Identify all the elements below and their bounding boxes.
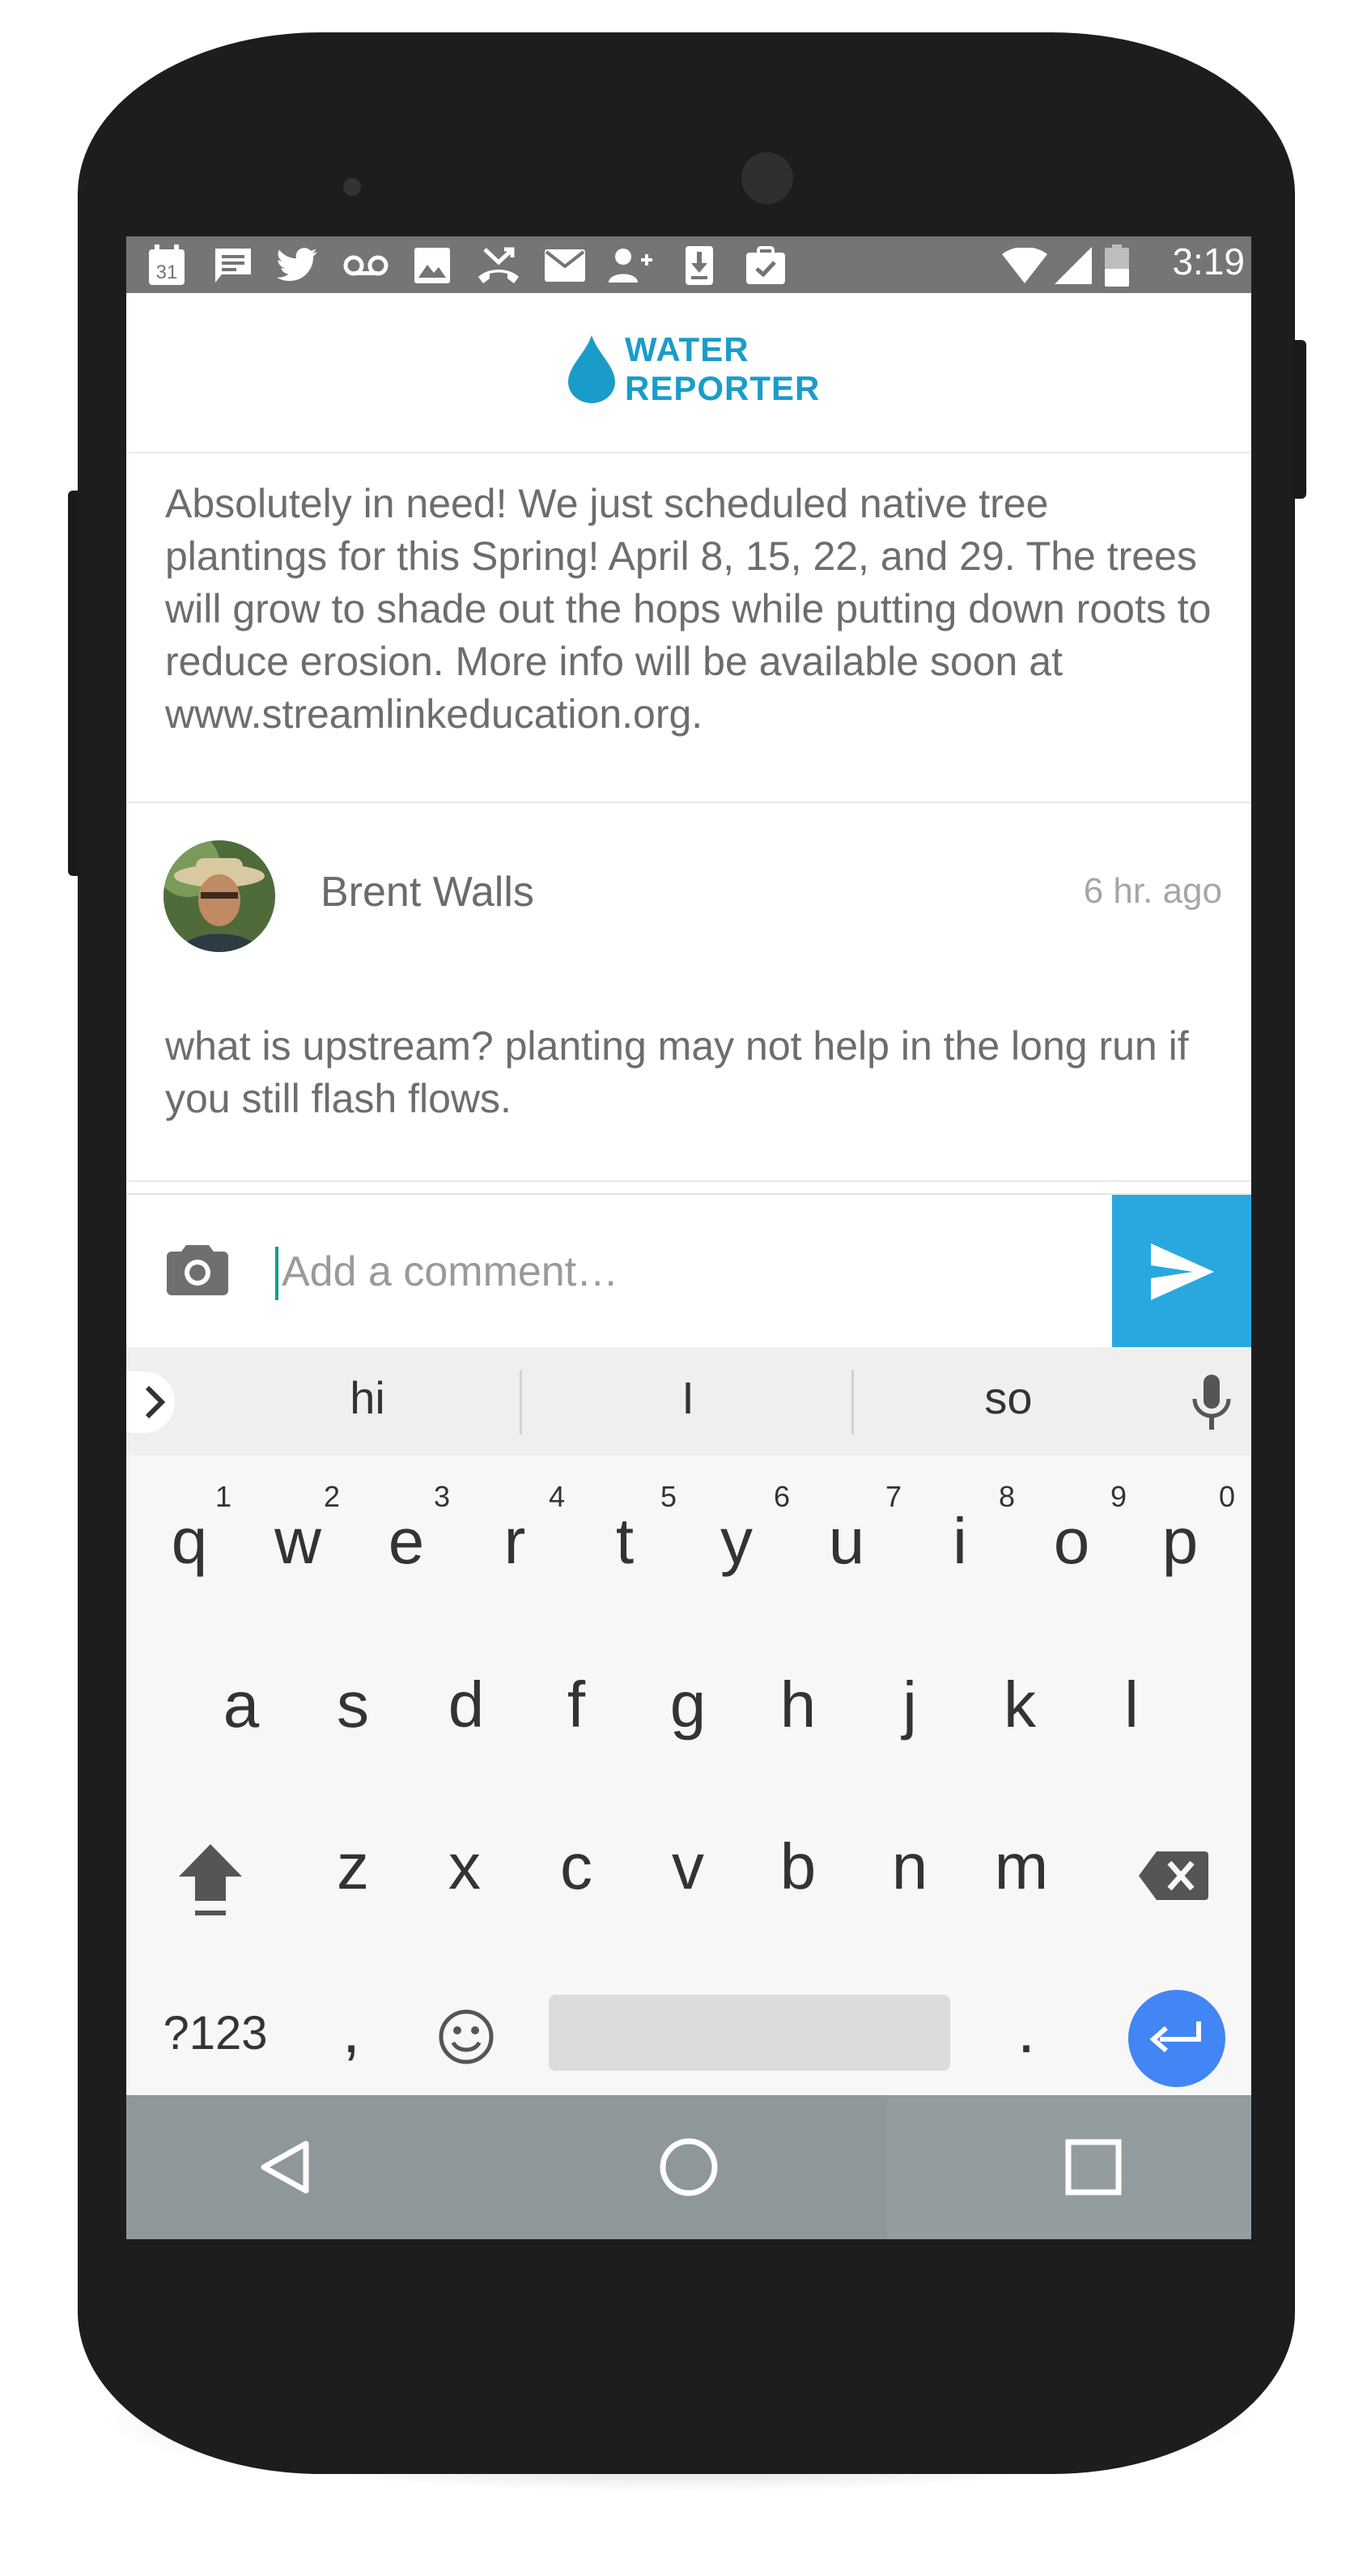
key-w[interactable]: w (257, 1504, 338, 1579)
key-v[interactable]: v (647, 1830, 728, 1904)
key-r[interactable]: r (474, 1504, 555, 1579)
key-p[interactable]: p (1140, 1504, 1221, 1579)
twitter-icon (275, 243, 321, 288)
key-h[interactable]: h (758, 1668, 838, 1742)
key-g[interactable]: g (647, 1668, 728, 1742)
logo-line-2: REPORTER (625, 369, 821, 407)
avatar[interactable] (163, 840, 275, 952)
comment-composer (126, 1193, 1251, 1349)
microphone-icon[interactable] (1191, 1375, 1232, 1437)
key-t[interactable]: t (584, 1504, 665, 1579)
comment-body: Absolutely in need! We just scheduled na… (165, 481, 1212, 737)
key-l[interactable]: l (1091, 1668, 1172, 1742)
back-button[interactable] (249, 2131, 322, 2204)
screen: 31 3:19 WATER REPORTER Absolutely in nee… (126, 236, 1251, 2239)
key-k[interactable]: k (979, 1668, 1060, 1742)
camera-icon[interactable] (167, 1242, 228, 1303)
text-cursor (275, 1247, 278, 1300)
suggestion-divider (851, 1370, 854, 1435)
comment-input[interactable] (280, 1239, 1093, 1305)
key-b[interactable]: b (758, 1830, 838, 1904)
calendar-icon: 31 (144, 243, 189, 288)
water-drop-icon (568, 335, 615, 407)
app-header: WATER REPORTER (126, 293, 1251, 453)
suggestion-divider (520, 1370, 522, 1435)
power-button (1292, 340, 1306, 499)
suggestion-1[interactable]: hi (287, 1371, 448, 1424)
comment-author[interactable]: Brent Walls (321, 868, 534, 916)
key-d[interactable]: d (426, 1668, 507, 1742)
comment-timestamp: 6 hr. ago (1083, 871, 1222, 911)
key-x[interactable]: x (424, 1830, 505, 1904)
chevron-right-icon (145, 1385, 166, 1419)
comma-key[interactable]: , (311, 1993, 392, 2068)
divider (126, 801, 1251, 803)
tasks-icon (743, 243, 788, 288)
key-o[interactable]: o (1031, 1504, 1112, 1579)
period-key[interactable]: . (986, 1993, 1067, 2068)
send-button[interactable] (1112, 1195, 1251, 1349)
symbols-key[interactable]: ?123 (151, 2006, 280, 2060)
comment-body: what is upstream? planting may not help … (165, 1023, 1189, 1121)
enter-icon (1149, 2021, 1201, 2053)
battery-icon (1094, 243, 1140, 288)
system-nav-bar (126, 2095, 1251, 2239)
suggestion-3[interactable]: so (928, 1371, 1089, 1424)
back-icon (261, 2140, 309, 2194)
shift-icon (179, 1844, 242, 1915)
signal-icon (1051, 243, 1096, 288)
front-camera (741, 152, 793, 204)
email-icon (542, 243, 588, 288)
expand-suggestions-button[interactable] (126, 1371, 175, 1433)
message-icon (210, 243, 256, 288)
voicemail-icon (343, 243, 388, 288)
key-i[interactable]: i (919, 1504, 1000, 1579)
key-f[interactable]: f (536, 1668, 617, 1742)
key-c[interactable]: c (536, 1830, 617, 1904)
shift-key[interactable] (170, 1841, 251, 1934)
send-icon (1151, 1243, 1214, 1300)
key-a[interactable]: a (201, 1668, 282, 1742)
suggestion-strip: hi I so (126, 1347, 1251, 1456)
missed-call-icon (476, 243, 521, 288)
recents-button[interactable] (1057, 2131, 1130, 2204)
home-icon (660, 2138, 718, 2196)
backspace-icon (1139, 1851, 1208, 1900)
key-m[interactable]: m (981, 1830, 1062, 1904)
key-j[interactable]: j (869, 1668, 950, 1742)
divider (126, 1180, 1251, 1182)
wifi-icon (1002, 243, 1047, 288)
recents-icon (1065, 2139, 1122, 2196)
image-icon (410, 243, 455, 288)
clock: 3:19 (1172, 240, 1245, 283)
proximity-sensor (343, 178, 361, 196)
key-s[interactable]: s (312, 1668, 393, 1742)
status-bar: 31 3:19 (126, 236, 1251, 293)
add-contact-icon (609, 243, 654, 288)
key-z[interactable]: z (312, 1830, 393, 1904)
key-u[interactable]: u (806, 1504, 887, 1579)
spacebar[interactable] (549, 1995, 950, 2071)
volume-button (68, 491, 79, 876)
key-y[interactable]: y (696, 1504, 777, 1579)
emoji-icon (439, 2009, 494, 2064)
key-n[interactable]: n (869, 1830, 950, 1904)
suggestion-2[interactable]: I (607, 1371, 769, 1424)
keyboard: 1 2 3 4 5 6 7 8 9 0 q w e r t y u i o p … (126, 1456, 1251, 2095)
emoji-key[interactable] (426, 2006, 507, 2081)
key-e[interactable]: e (366, 1504, 447, 1579)
enter-key[interactable] (1128, 1990, 1225, 2087)
logo-line-1: WATER (625, 330, 749, 368)
home-button[interactable] (652, 2131, 725, 2204)
download-icon (677, 243, 722, 288)
key-q[interactable]: q (149, 1504, 230, 1579)
svg-text:31: 31 (156, 261, 178, 283)
backspace-key[interactable] (1133, 1843, 1214, 1917)
app-logo-text: WATER REPORTER (625, 330, 820, 408)
